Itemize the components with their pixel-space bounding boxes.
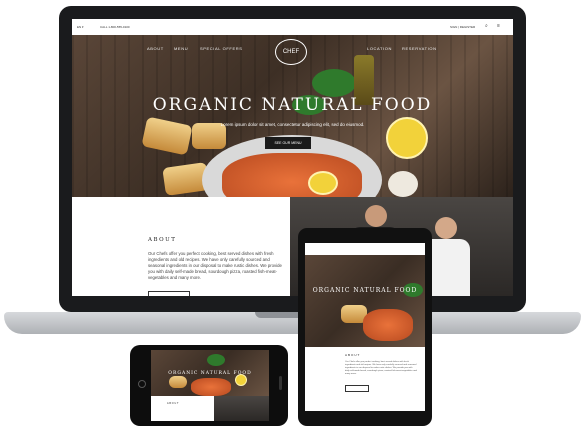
phone-chefs-photo (214, 396, 269, 421)
lemon-image (308, 171, 338, 195)
nav-menu[interactable]: MENU (174, 46, 188, 51)
herb-image (207, 354, 225, 366)
tablet-screen: ORGANIC NATURAL FOOD ABOUT Our Chefs off… (305, 243, 425, 411)
hero-section: ABOUT MENU SPECIAL OFFERS LOCATION RESER… (72, 35, 513, 197)
laptop-screen: EN ▾ CALL 1-800-555-0100 SIGN | REGISTER… (72, 19, 513, 296)
hero-subtitle: Lorem ipsum dolor sit amet, consectetur … (220, 122, 365, 127)
tablet-about-heading: ABOUT (345, 353, 361, 357)
nav-about[interactable]: ABOUT (147, 46, 164, 51)
search-icon[interactable]: ⌕ (485, 23, 488, 29)
tablet-about-text: Our Chefs offer you perfect cooking, bes… (345, 361, 417, 375)
phone-about-heading: ABOUT (167, 402, 180, 405)
hero-title: ORGANIC NATURAL FOOD (152, 95, 433, 115)
garlic-image (388, 171, 418, 197)
chef-logo[interactable]: CHEF (275, 39, 307, 65)
about-section: ABOUT Our Chefs offer you perfect cookin… (72, 197, 290, 296)
contact-text: CALL 1-800-555-0100 (100, 25, 130, 29)
bread-image (169, 376, 187, 388)
chef-face (435, 217, 457, 239)
hamburger-icon[interactable]: ≡ (497, 23, 500, 29)
phone-home-button (138, 380, 146, 388)
phone-hero-title: ORGANIC NATURAL FOOD (168, 371, 252, 376)
about-heading: ABOUT (148, 237, 177, 243)
phone-speaker (279, 376, 282, 390)
nav-special-offers[interactable]: SPECIAL OFFERS (200, 46, 242, 51)
phone-hero: ORGANIC NATURAL FOOD (151, 350, 269, 396)
seafood-image (363, 309, 413, 341)
tablet-hero: ORGANIC NATURAL FOOD (305, 255, 425, 347)
top-bar: EN ▾ CALL 1-800-555-0100 SIGN | REGISTER… (72, 19, 513, 36)
nav-location[interactable]: LOCATION (367, 46, 392, 51)
language-selector[interactable]: EN ▾ (77, 25, 84, 29)
phone-screen: ORGANIC NATURAL FOOD ABOUT (151, 350, 269, 421)
sign-register-link[interactable]: SIGN | REGISTER (450, 25, 475, 29)
tablet-about-button[interactable] (345, 385, 369, 392)
see-menu-button[interactable]: SEE OUR MENU (265, 137, 311, 149)
herb-image (312, 69, 356, 97)
chef-face (365, 205, 387, 227)
nav-reservation[interactable]: RESERVATION (402, 46, 437, 51)
tablet-hero-title: ORGANIC NATURAL FOOD (312, 287, 418, 294)
seafood-image (191, 378, 231, 396)
seafood-image (222, 153, 362, 197)
about-text: Our Chefs offer you perfect cooking, bes… (148, 251, 282, 280)
about-read-more-button[interactable] (148, 291, 190, 296)
